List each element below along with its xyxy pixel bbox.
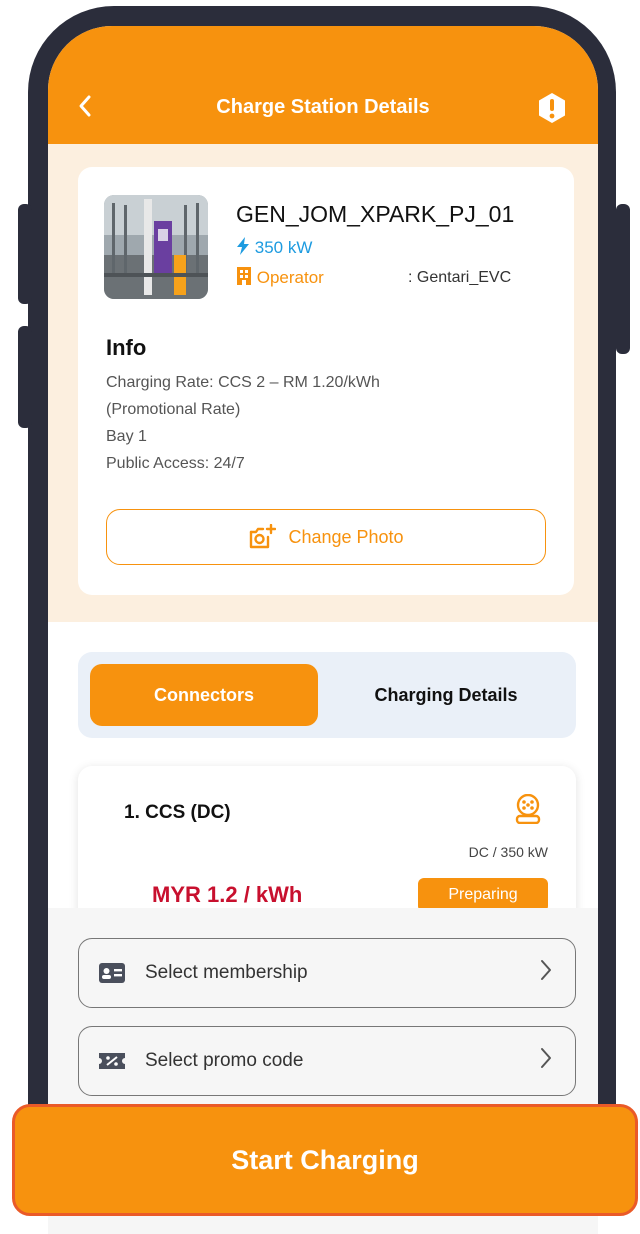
operator-value: : Gentari_EVC — [408, 269, 512, 286]
tab-connectors[interactable]: Connectors — [90, 664, 318, 726]
page-title: Charge Station Details — [216, 96, 430, 118]
chevron-right-icon — [539, 957, 553, 990]
select-promo-code-label: Select promo code — [145, 1050, 304, 1071]
header-bar: Charge Station Details — [48, 26, 598, 144]
info-line: Charging Rate: CCS 2 – RM 1.20/kWh — [106, 374, 380, 391]
station-card: GEN_JOM_XPARK_PJ_01 350 kW Operator : Ge… — [78, 167, 574, 595]
app-screen: Charge Station Details GEN_JOM_XPARK_PJ_… — [48, 26, 598, 1234]
station-power-value: 350 kW — [254, 238, 313, 257]
camera-add-icon — [250, 524, 277, 549]
station-name: GEN_JOM_XPARK_PJ_01 — [236, 201, 515, 227]
connector-price: MYR 1.2 / kWh — [152, 882, 303, 907]
station-photo[interactable] — [104, 195, 208, 299]
id-card-icon — [99, 963, 125, 983]
coupon-icon — [99, 1053, 125, 1069]
building-icon — [237, 267, 251, 285]
select-promo-code-row[interactable]: Select promo code — [78, 1026, 576, 1096]
tab-bar: Connectors Charging Details — [78, 652, 576, 738]
operator-label-text: Operator — [256, 268, 324, 287]
info-line: Public Access: 24/7 — [106, 455, 245, 472]
connector-title: 1. CCS (DC) — [124, 802, 231, 823]
connector-spec: DC / 350 kW — [468, 844, 548, 860]
lightning-icon — [237, 237, 249, 255]
side-button-right — [616, 204, 630, 354]
ccs-connector-icon — [515, 794, 541, 824]
tab-charging-details[interactable]: Charging Details — [326, 664, 566, 726]
info-line: Bay 1 — [106, 428, 147, 445]
select-membership-row[interactable]: Select membership — [78, 938, 576, 1008]
side-button-left-top — [18, 204, 32, 304]
side-button-left-bottom — [18, 326, 32, 428]
change-photo-button[interactable]: Change Photo — [106, 509, 546, 565]
chevron-right-icon — [539, 1045, 553, 1078]
info-title: Info — [106, 335, 147, 360]
info-line: (Promotional Rate) — [106, 401, 241, 418]
station-power: 350 kW — [236, 237, 312, 258]
select-membership-label: Select membership — [145, 962, 308, 983]
start-charging-button[interactable]: Start Charging — [12, 1104, 638, 1216]
status-badge: Preparing — [418, 878, 548, 912]
alert-icon[interactable] — [536, 92, 568, 124]
change-photo-label: Change Photo — [288, 526, 404, 547]
operator-label: Operator — [236, 267, 324, 288]
